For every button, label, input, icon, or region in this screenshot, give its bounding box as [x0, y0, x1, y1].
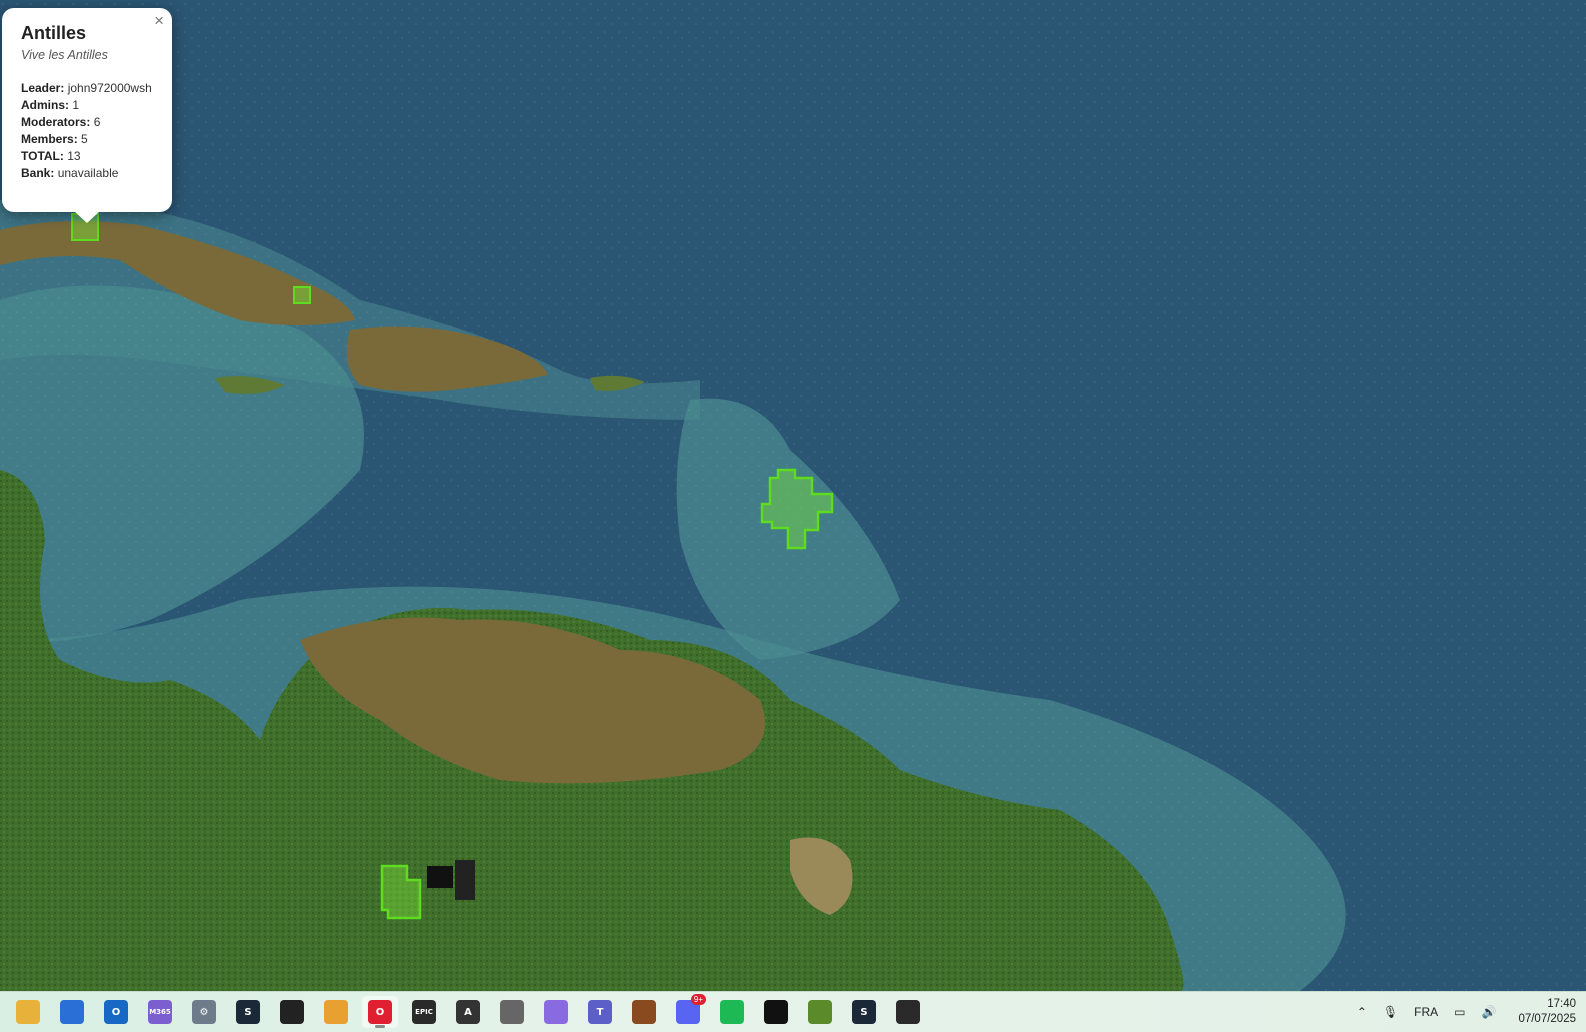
- chevron-up-icon[interactable]: ⌃: [1357, 1005, 1367, 1019]
- app-glyph: [544, 1000, 568, 1024]
- volume-icon[interactable]: 🔊: [1481, 1005, 1496, 1019]
- app-glyph: [280, 1000, 304, 1024]
- info-row-moderators: Moderators: 6: [21, 115, 101, 129]
- notification-badge: 9+: [690, 994, 706, 1005]
- app-glyph: [324, 1000, 348, 1024]
- app-icon[interactable]: [538, 996, 574, 1028]
- language-indicator[interactable]: FRA: [1414, 1005, 1438, 1019]
- clock-date: 07/07/2025: [1518, 1013, 1576, 1025]
- faction-info-popup: × Antilles Vive les Antilles Leader: joh…: [2, 8, 172, 223]
- game-icon[interactable]: [626, 996, 662, 1028]
- taskbar: O M365 ⚙ S O EPIC A T 9+ S ⌃ 🎙 FRA ▭ 🔊 17:40 07/0…: [0, 991, 1586, 1032]
- minecraft-icon[interactable]: [802, 996, 838, 1028]
- teams-glyph: T: [588, 1000, 612, 1024]
- map-canvas[interactable]: [0, 0, 1586, 991]
- structure-icon: [455, 860, 475, 900]
- info-row-admins: Admins: 1: [21, 98, 80, 112]
- opera-icon[interactable]: O: [362, 996, 398, 1028]
- opera-glyph: O: [368, 1000, 392, 1024]
- clock-time: 17:40: [1547, 998, 1576, 1010]
- app-icon[interactable]: [758, 996, 794, 1028]
- microsoft-store-glyph: [60, 1000, 84, 1024]
- close-icon[interactable]: ×: [154, 11, 164, 31]
- app-glyph: [764, 1000, 788, 1024]
- game-glyph: [632, 1000, 656, 1024]
- popup-motto: Vive les Antilles: [21, 48, 108, 62]
- file-explorer-glyph: [16, 1000, 40, 1024]
- app-icon[interactable]: [318, 996, 354, 1028]
- claim-cuba-east[interactable]: [293, 286, 311, 304]
- obs-icon[interactable]: [890, 996, 926, 1028]
- settings-glyph: ⚙: [192, 1000, 216, 1024]
- app-icon[interactable]: [274, 996, 310, 1028]
- taskbar-apps: O M365 ⚙ S O EPIC A T 9+ S: [10, 994, 934, 1028]
- m365-icon[interactable]: M365: [142, 996, 178, 1028]
- obs-glyph: [896, 1000, 920, 1024]
- file-explorer-icon[interactable]: [10, 996, 46, 1028]
- outlook-icon[interactable]: O: [98, 996, 134, 1028]
- info-row-bank: Bank: unavailable: [21, 166, 119, 180]
- steam-glyph: S: [236, 1000, 260, 1024]
- app-glyph: A: [456, 1000, 480, 1024]
- discord-icon[interactable]: 9+: [670, 994, 706, 1028]
- network-icon[interactable]: ▭: [1454, 1005, 1465, 1019]
- minecraft-glyph: [808, 1000, 832, 1024]
- settings-icon[interactable]: ⚙: [186, 996, 222, 1028]
- system-tray: ⌃ 🎙 FRA ▭ 🔊 17:40 07/07/2025: [1341, 992, 1576, 1032]
- microsoft-store-icon[interactable]: [54, 996, 90, 1028]
- steam-icon[interactable]: S: [846, 996, 882, 1028]
- clock[interactable]: 17:40 07/07/2025: [1518, 997, 1576, 1027]
- popup-title: Antilles: [21, 23, 87, 43]
- map-view[interactable]: [0, 0, 1586, 991]
- steam-glyph: S: [852, 1000, 876, 1024]
- outlook-glyph: O: [104, 1000, 128, 1024]
- gamepad-glyph: [500, 1000, 524, 1024]
- teams-icon[interactable]: T: [582, 996, 618, 1028]
- epic-games-icon[interactable]: EPIC: [406, 996, 442, 1028]
- gamepad-icon[interactable]: [494, 996, 530, 1028]
- steam-icon[interactable]: S: [230, 996, 266, 1028]
- app-icon[interactable]: A: [450, 996, 486, 1028]
- epic-games-glyph: EPIC: [412, 1000, 436, 1024]
- m365-glyph: M365: [148, 1000, 172, 1024]
- info-row-leader: Leader: john972000wsh: [21, 81, 152, 95]
- info-row-total: TOTAL: 13: [21, 149, 81, 163]
- spotify-icon[interactable]: [714, 996, 750, 1028]
- info-row-members: Members: 5: [21, 132, 88, 146]
- structure-icon: [427, 866, 453, 888]
- spotify-glyph: [720, 1000, 744, 1024]
- microphone-icon[interactable]: 🎙: [1383, 1005, 1398, 1019]
